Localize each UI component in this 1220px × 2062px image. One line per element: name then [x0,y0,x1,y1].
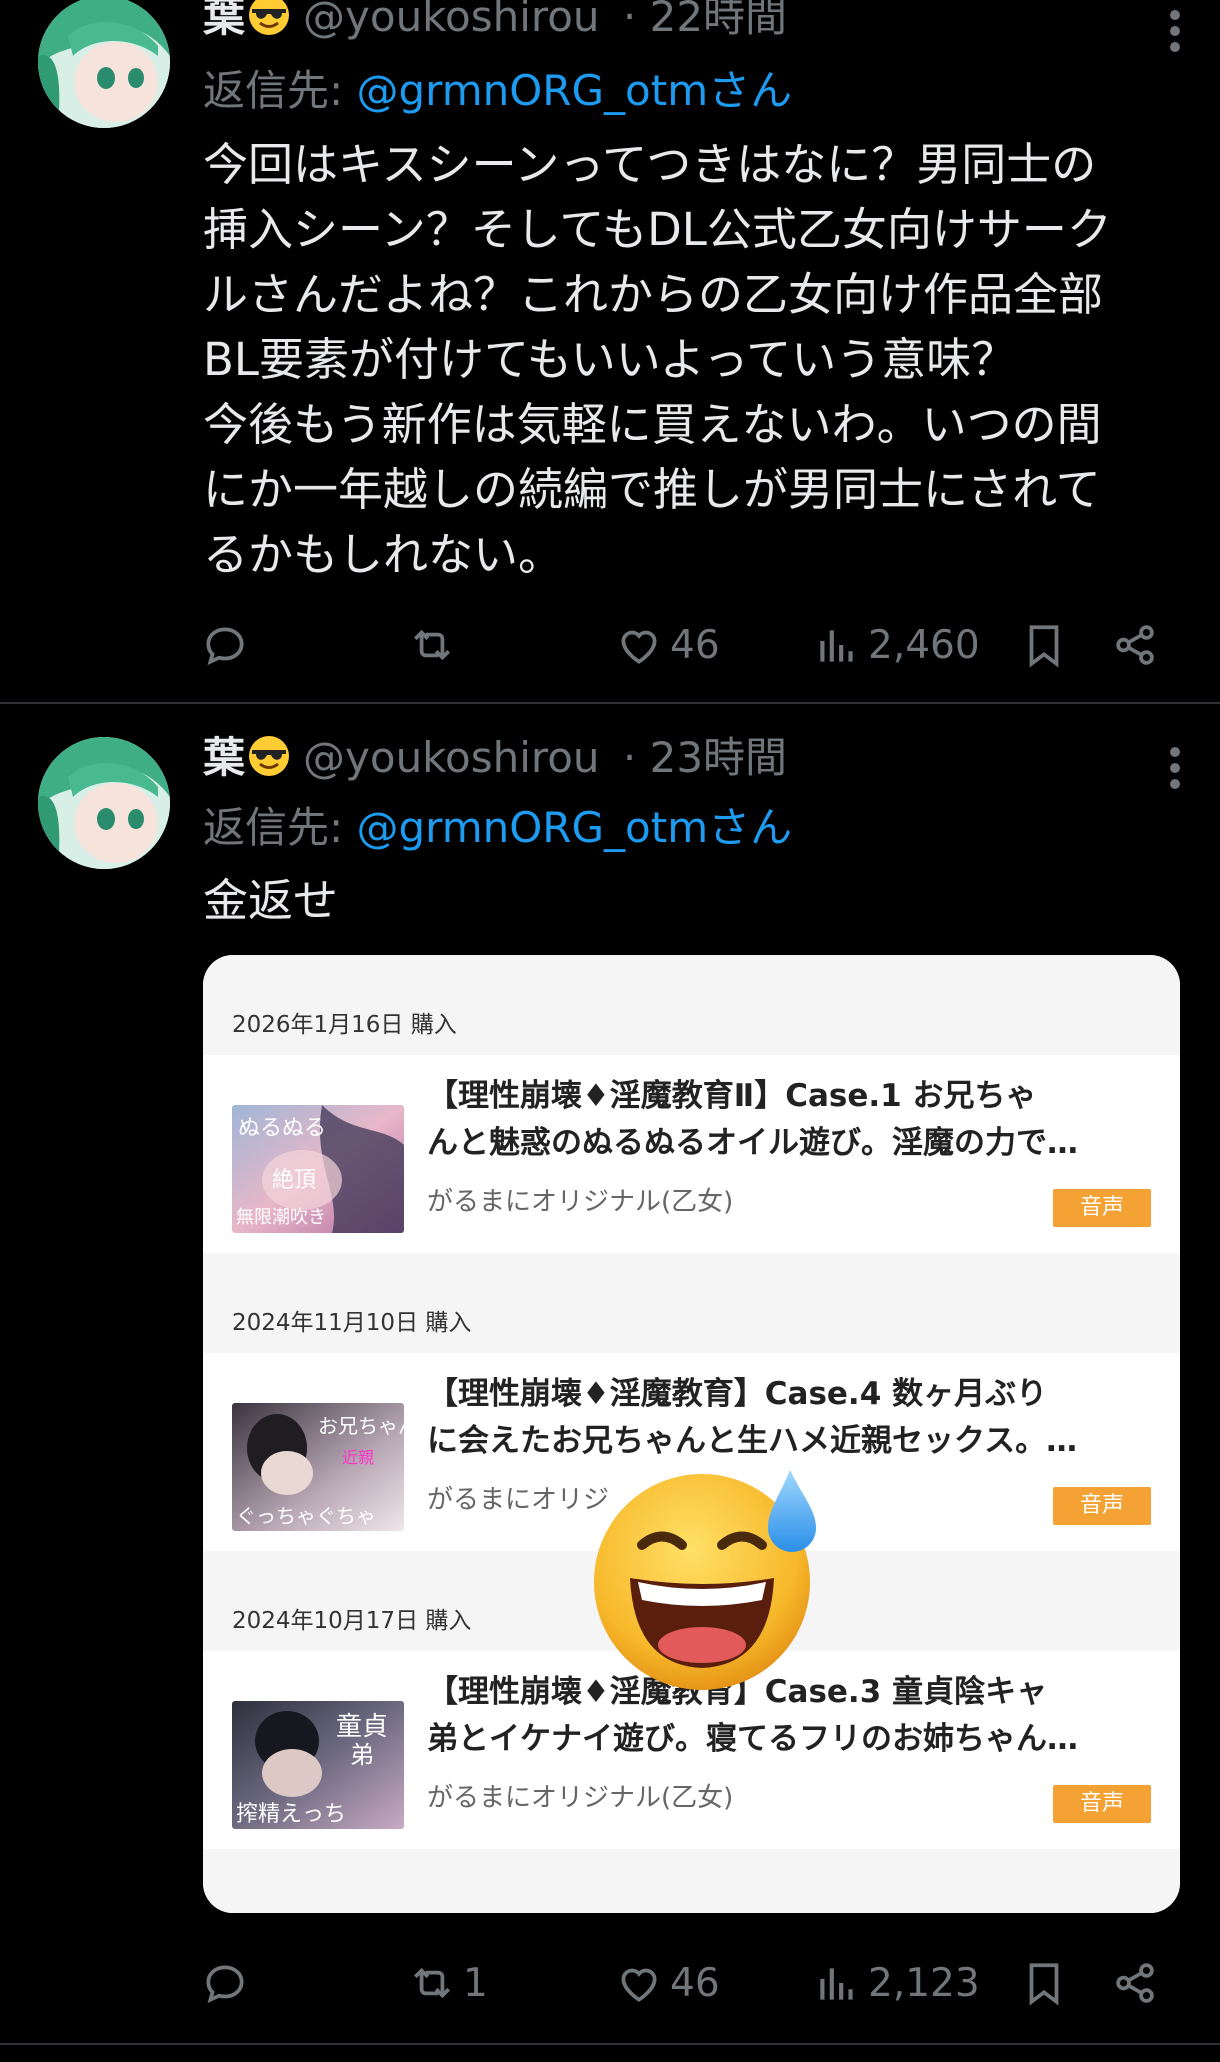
views-icon [820,630,853,662]
thumb-text: 無限潮吹き [236,1207,326,1228]
heart-icon [621,630,657,664]
reply-icon [206,627,244,666]
timestamp[interactable]: · 23時間 [623,733,787,782]
reply-mention-link[interactable]: @grmnORG_otmさん [357,803,793,852]
heart-icon [621,1968,657,2002]
retweet-icon [414,1967,450,1999]
grinning-sweat-emoji-icon [590,1450,835,1695]
card-footer [203,1849,1180,1913]
tweet-header: 葉 @youkoshirou · 23時間 [203,733,787,783]
reply-prefix: 返信先: [203,803,344,852]
tweet-header: 葉 @youkoshirou · 22時間 [203,0,787,42]
avatar[interactable] [38,737,170,869]
thumb-text: 弟 [350,1741,374,1769]
product-thumbnail: ぬるぬる 絶頂 無限潮吹き [232,1105,404,1233]
sunglasses-emoji-icon [247,734,291,778]
divider [0,702,1220,704]
avatar[interactable] [38,0,170,128]
retweet-button[interactable] [407,615,463,675]
views-icon [820,1968,853,2000]
category-badge: 音声 [1053,1785,1151,1823]
like-count: 46 [670,622,720,668]
attached-image[interactable]: 2026年1月16日 購入 ぬるぬる 絶頂 無限潮吹き 【理性崩壊♦淫魔教育Ⅱ】… [203,955,1180,1913]
more-icon[interactable] [1170,4,1182,58]
more-icon[interactable] [1170,741,1182,795]
thumb-text: 近親 [342,1448,374,1467]
divider [0,2043,1220,2045]
reply-mention-link[interactable]: @grmnORG_otmさん [357,66,793,115]
handle[interactable]: @youkoshirou [303,733,600,782]
handle[interactable]: @youkoshirou [303,0,600,41]
reply-to: 返信先: @grmnORG_otmさん [203,66,792,116]
sunglasses-emoji-icon [247,0,291,37]
thumb-text: 絶頂 [272,1168,316,1193]
share-button[interactable] [1110,615,1160,675]
circle-name[interactable]: がるまにオリジ [427,1479,609,1516]
tweet-text: 今回はキスシーンってつきはなに？男同士の 挿入シーン？そしてもDL公式乙女向けサ… [203,138,1112,581]
thumb-text: ぬるぬる [238,1116,326,1141]
thumb-text: 童貞 [336,1712,388,1742]
bookmark-icon [1029,625,1059,668]
bookmark-icon [1029,1963,1059,2006]
display-name[interactable]: 葉 [203,0,245,41]
tweet-text: 金返せ [203,874,339,927]
purchase-date-header: 2026年1月16日 購入 [203,955,1180,1055]
like-count: 46 [670,1960,720,2006]
views-count: 2,123 [868,1960,980,2006]
views-button[interactable]: 2,460 [812,615,980,675]
reply-to: 返信先: @grmnORG_otmさん [203,803,792,853]
share-icon [1116,625,1154,665]
reply-prefix: 返信先: [203,66,344,115]
reply-button[interactable] [200,615,250,675]
views-count: 2,460 [868,622,980,668]
timestamp[interactable]: · 22時間 [623,0,787,41]
tweet[interactable]: 葉 @youkoshirou · 22時間 返信先: @grmnORG_otmさん… [0,0,1220,702]
bookmark-button[interactable] [1019,1953,1069,2013]
purchase-item[interactable]: ぬるぬる 絶頂 無限潮吹き 【理性崩壊♦淫魔教育Ⅱ】Case.1 お兄ちゃ んと… [203,1055,1180,1253]
reply-button[interactable] [200,1953,250,2013]
views-button[interactable]: 2,123 [812,1953,980,2013]
share-button[interactable] [1110,1953,1160,2013]
display-name[interactable]: 葉 [203,733,245,782]
tweet[interactable]: 葉 @youkoshirou · 23時間 返信先: @grmnORG_otmさん… [0,705,1220,2043]
circle-name[interactable]: がるまにオリジナル(乙女) [427,1777,733,1814]
category-badge: 音声 [1053,1189,1151,1227]
product-title[interactable]: 【理性崩壊♦淫魔教育Ⅱ】Case.1 お兄ちゃ んと魅惑のぬるぬるオイル遊び。淫… [427,1073,1157,1167]
product-thumbnail: お兄ちゃん 近親 ぐっちゃぐちゃ [232,1403,404,1531]
product-thumbnail: 童貞 弟 搾精えっち [232,1701,404,1829]
tweet-actions: 46 2,460 [0,615,1220,675]
bookmark-button[interactable] [1019,615,1069,675]
retweet-icon [414,629,450,661]
thumb-text: お兄ちゃん [318,1414,404,1438]
like-button[interactable]: 46 [614,615,720,675]
tweet-actions: 1 46 2,123 [0,1953,1220,2013]
circle-name[interactable]: がるまにオリジナル(乙女) [427,1181,733,1218]
share-icon [1116,1963,1154,2003]
category-badge: 音声 [1053,1487,1151,1525]
reply-icon [206,1965,244,2004]
retweet-count: 1 [463,1960,488,2006]
retweet-button[interactable]: 1 [407,1953,488,2013]
like-button[interactable]: 46 [614,1953,720,2013]
thumb-text: 搾精えっち [236,1802,346,1827]
thumb-text: ぐっちゃぐちゃ [236,1504,376,1528]
purchase-date-header: 2024年11月10日 購入 [203,1253,1180,1353]
